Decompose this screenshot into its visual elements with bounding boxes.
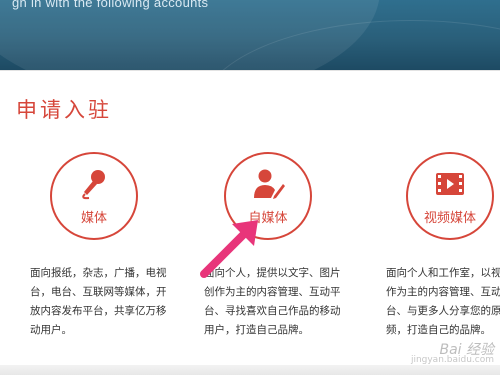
- desc-line: 放内容发布平台，共享亿万移: [30, 305, 167, 317]
- desc-line: 台、与更多人分享您的原: [386, 305, 500, 317]
- microphone-icon: [82, 170, 105, 200]
- page: gn in with the following accounts 申请入驻 媒…: [0, 0, 500, 375]
- desc-line: 作为主的内容管理、互动: [386, 286, 500, 298]
- desc-line: 面向个人和工作室，以视: [386, 267, 500, 279]
- video-media-description: 面向个人和工作室，以视 作为主的内容管理、互动 台、与更多人分享您的原 频，打造…: [386, 264, 500, 340]
- option-video-media[interactable]: 视频媒体 面向个人和工作室，以视 作为主的内容管理、互动 台、与更多人分享您的原…: [386, 152, 500, 347]
- section-title: 申请入驻: [16, 98, 112, 122]
- divider: [0, 70, 500, 71]
- media-description: 面向报纸，杂志，广播，电视 台，电台、互联网等媒体，开 放内容发布平台，共享亿万…: [30, 264, 167, 340]
- media-circle-button[interactable]: 媒体: [50, 152, 138, 240]
- option-media[interactable]: 媒体 面向报纸，杂志，广播，电视 台，电台、互联网等媒体，开 放内容发布平台，共…: [30, 152, 167, 347]
- login-banner: gn in with the following accounts: [0, 0, 500, 70]
- desc-line: 台、寻找喜欢自己作品的移动: [204, 305, 341, 317]
- bottom-strip: [0, 365, 500, 375]
- person-edit-icon: [254, 169, 285, 199]
- video-media-circle-button[interactable]: 视频媒体: [406, 152, 494, 240]
- watermark: Bai 经验 jingyan.baidu.com: [404, 339, 494, 367]
- video-media-label: 视频媒体: [423, 211, 476, 226]
- pointer-arrow-icon: [200, 220, 258, 278]
- banner-text: gn in with the following accounts: [12, 0, 209, 10]
- desc-line: 动用户。: [30, 324, 72, 336]
- media-label: 媒体: [80, 211, 107, 226]
- desc-line: 频，打造自己的品牌。: [386, 324, 491, 336]
- desc-line: 台，电台、互联网等媒体，开: [30, 286, 167, 298]
- film-play-icon: [436, 173, 464, 195]
- desc-line: 面向报纸，杂志，广播，电视: [30, 267, 167, 279]
- desc-line: 创作为主的内容管理、互动平: [204, 286, 341, 298]
- watermark-url: jingyan.baidu.com: [410, 355, 494, 365]
- desc-line: 用户，打造自己品牌。: [204, 324, 309, 336]
